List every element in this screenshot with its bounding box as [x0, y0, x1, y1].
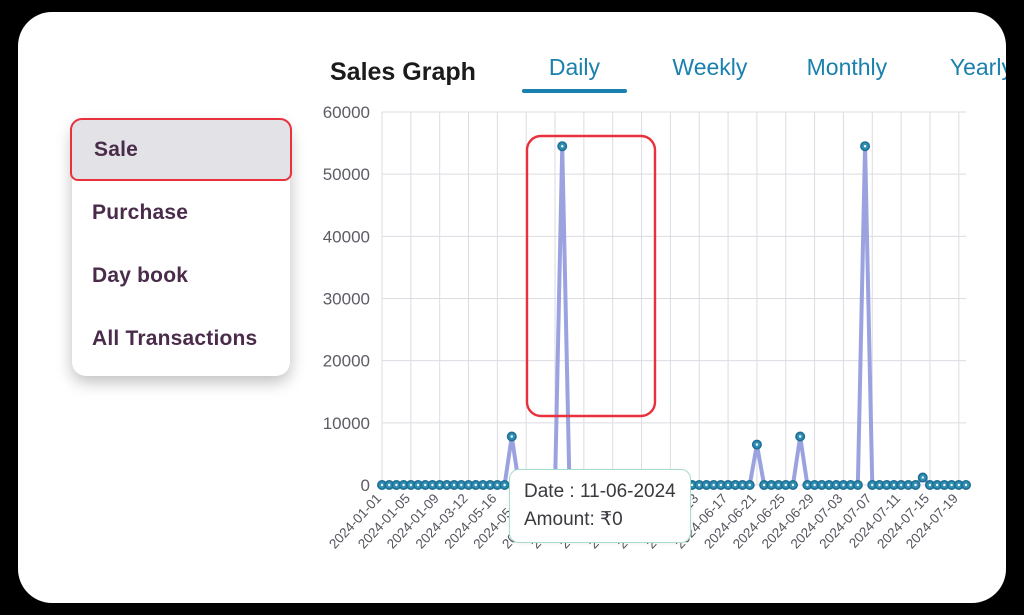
data-point-center	[380, 483, 384, 487]
data-point-center	[445, 483, 449, 487]
data-point-center	[928, 483, 932, 487]
chart-header: Sales Graph Daily Weekly Monthly Yearly	[330, 54, 1006, 93]
data-point-center	[784, 483, 787, 487]
data-point-center	[690, 483, 694, 487]
menu-item-all-transactions[interactable]: All Transactions	[72, 307, 290, 370]
y-axis-tick-label: 40000	[323, 227, 370, 246]
data-point-center	[885, 483, 888, 487]
tooltip-date: Date : 11-06-2024	[524, 481, 676, 502]
y-axis-tick-label: 60000	[323, 103, 370, 122]
y-axis-tick-label: 10000	[323, 414, 370, 433]
chart-tooltip: Date : 11-06-2024 Amount: ₹0	[509, 469, 691, 544]
data-point-center	[856, 483, 860, 487]
data-point-center	[705, 483, 708, 487]
data-point-center	[719, 483, 723, 487]
data-point-center	[762, 483, 766, 487]
app-window: 0 10000 20000 30000 40000 50000 60000 2024-01-0…	[0, 0, 1024, 615]
menu-item-day-book[interactable]: Day book	[72, 244, 290, 307]
data-point-center	[438, 483, 441, 487]
menu-item-purchase[interactable]: Purchase	[72, 181, 290, 244]
y-axis-tick-label: 20000	[323, 352, 370, 371]
data-point-center	[806, 483, 809, 487]
data-point-center	[460, 483, 463, 487]
data-point-center	[741, 483, 744, 487]
data-point-center	[503, 483, 506, 487]
tab-monthly[interactable]: Monthly	[787, 54, 907, 93]
page-title: Sales Graph	[330, 58, 476, 86]
data-point-center	[899, 483, 903, 487]
data-point-center	[748, 483, 751, 487]
data-point-center	[395, 483, 398, 487]
data-point-center	[964, 483, 968, 487]
data-point-center	[842, 483, 845, 487]
data-point-center	[561, 144, 564, 148]
data-point-center	[488, 483, 492, 487]
data-point-center	[770, 483, 773, 487]
menu-item-sale[interactable]: Sale	[70, 118, 292, 182]
data-point-center	[712, 483, 715, 487]
report-type-menu: Sale Purchase Day book All Transactions	[70, 118, 292, 377]
data-point-center	[921, 476, 924, 479]
data-point-center	[416, 483, 420, 487]
data-point-center	[496, 483, 499, 487]
data-point-center	[935, 483, 939, 487]
tooltip-amount: Amount: ₹0	[524, 508, 623, 530]
data-point-center	[777, 483, 780, 487]
data-point-center	[892, 483, 896, 487]
data-point-center	[791, 483, 795, 487]
series-line	[380, 144, 968, 487]
y-axis-tick-label: 0	[361, 476, 370, 495]
data-point-center	[957, 483, 960, 487]
data-point-center	[402, 483, 405, 487]
data-point-center	[827, 483, 831, 487]
data-point-center	[914, 483, 917, 487]
data-point-center	[820, 483, 824, 487]
data-point-center	[835, 483, 838, 487]
data-point-center	[481, 483, 485, 487]
data-point-center	[871, 483, 874, 487]
data-point-center	[424, 483, 427, 487]
data-point-center	[388, 483, 391, 487]
data-point-center	[467, 483, 470, 487]
data-point-center	[474, 483, 477, 487]
data-point-center	[863, 144, 867, 148]
content-card: 0 10000 20000 30000 40000 50000 60000 2024-01-0…	[18, 12, 1006, 603]
data-point-center	[878, 483, 881, 487]
data-point-center	[907, 483, 910, 487]
data-point-center	[431, 483, 434, 487]
data-point-center	[755, 443, 759, 446]
data-point-center	[950, 483, 953, 487]
data-point-center	[452, 483, 456, 487]
tab-daily[interactable]: Daily	[521, 54, 627, 93]
data-point-center	[943, 483, 946, 487]
data-point-center	[813, 483, 816, 487]
highlight-annotation-rect	[525, 134, 657, 418]
data-point-center	[409, 483, 413, 487]
tab-weekly[interactable]: Weekly	[655, 54, 765, 93]
data-point-center	[698, 483, 701, 487]
tab-yearly[interactable]: Yearly	[929, 54, 1006, 93]
data-point-center	[726, 483, 730, 487]
y-axis-tick-label: 50000	[323, 165, 370, 184]
data-point-center	[510, 435, 513, 438]
data-point-center	[734, 483, 737, 487]
data-point-center	[849, 483, 852, 487]
y-axis-tick-label: 30000	[323, 290, 370, 309]
data-point-center	[798, 435, 802, 438]
